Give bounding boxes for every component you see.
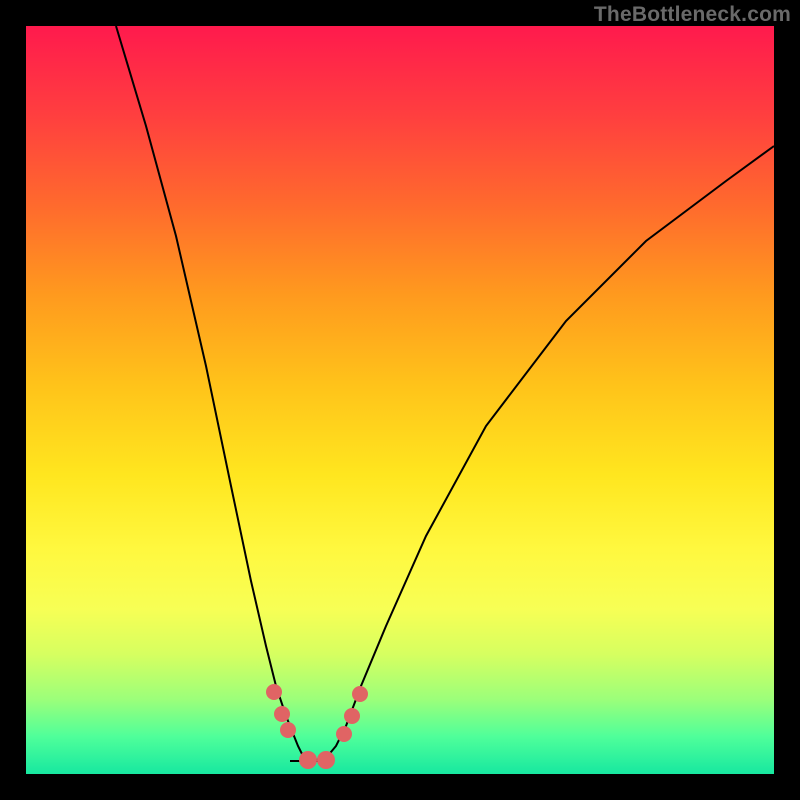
data-marker bbox=[280, 722, 296, 738]
data-markers bbox=[266, 684, 368, 769]
data-marker bbox=[317, 751, 335, 769]
watermark-text: TheBottleneck.com bbox=[594, 3, 791, 27]
data-marker bbox=[266, 684, 282, 700]
data-marker bbox=[274, 706, 290, 722]
data-marker bbox=[344, 708, 360, 724]
left-curve bbox=[116, 26, 311, 761]
right-curve bbox=[311, 146, 774, 761]
data-marker bbox=[352, 686, 368, 702]
chart-frame bbox=[26, 26, 774, 774]
data-marker bbox=[299, 751, 317, 769]
chart-svg bbox=[26, 26, 774, 774]
data-marker bbox=[336, 726, 352, 742]
